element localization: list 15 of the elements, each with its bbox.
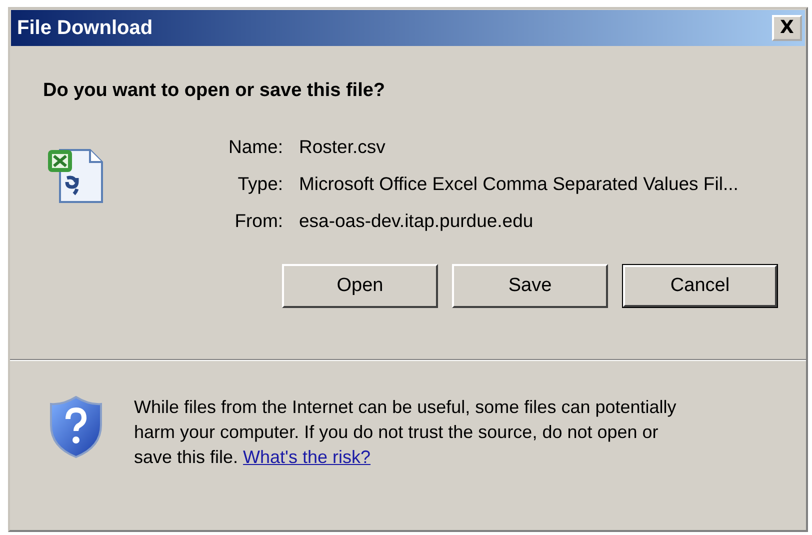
security-warning: While files from the Internet can be useful, some files can potentially harm your computer. If you do not trust the source, do not open or save this file. What's the risk?	[134, 396, 678, 469]
field-value: esa-oas-dev.itap.purdue.edu	[299, 210, 534, 232]
field-value: Microsoft Office Excel Comma Separated Values Fil...	[299, 173, 738, 195]
dialog-heading: Do you want to open or save this file?	[43, 80, 386, 102]
dialog-button[interactable]: Cancel	[622, 264, 778, 308]
dialog-button[interactable]: Save	[452, 264, 608, 308]
close-button[interactable]: X	[772, 15, 802, 41]
field-label: Name:	[228, 136, 283, 158]
field-value: Roster.csv	[299, 136, 386, 158]
dialog-button[interactable]: Open	[282, 264, 438, 308]
field-label: Type:	[236, 173, 283, 195]
shield-question-icon	[49, 395, 103, 459]
window-title: File Download	[17, 16, 153, 40]
risk-link[interactable]: What's the risk?	[243, 447, 371, 467]
field-label: From:	[234, 210, 283, 232]
